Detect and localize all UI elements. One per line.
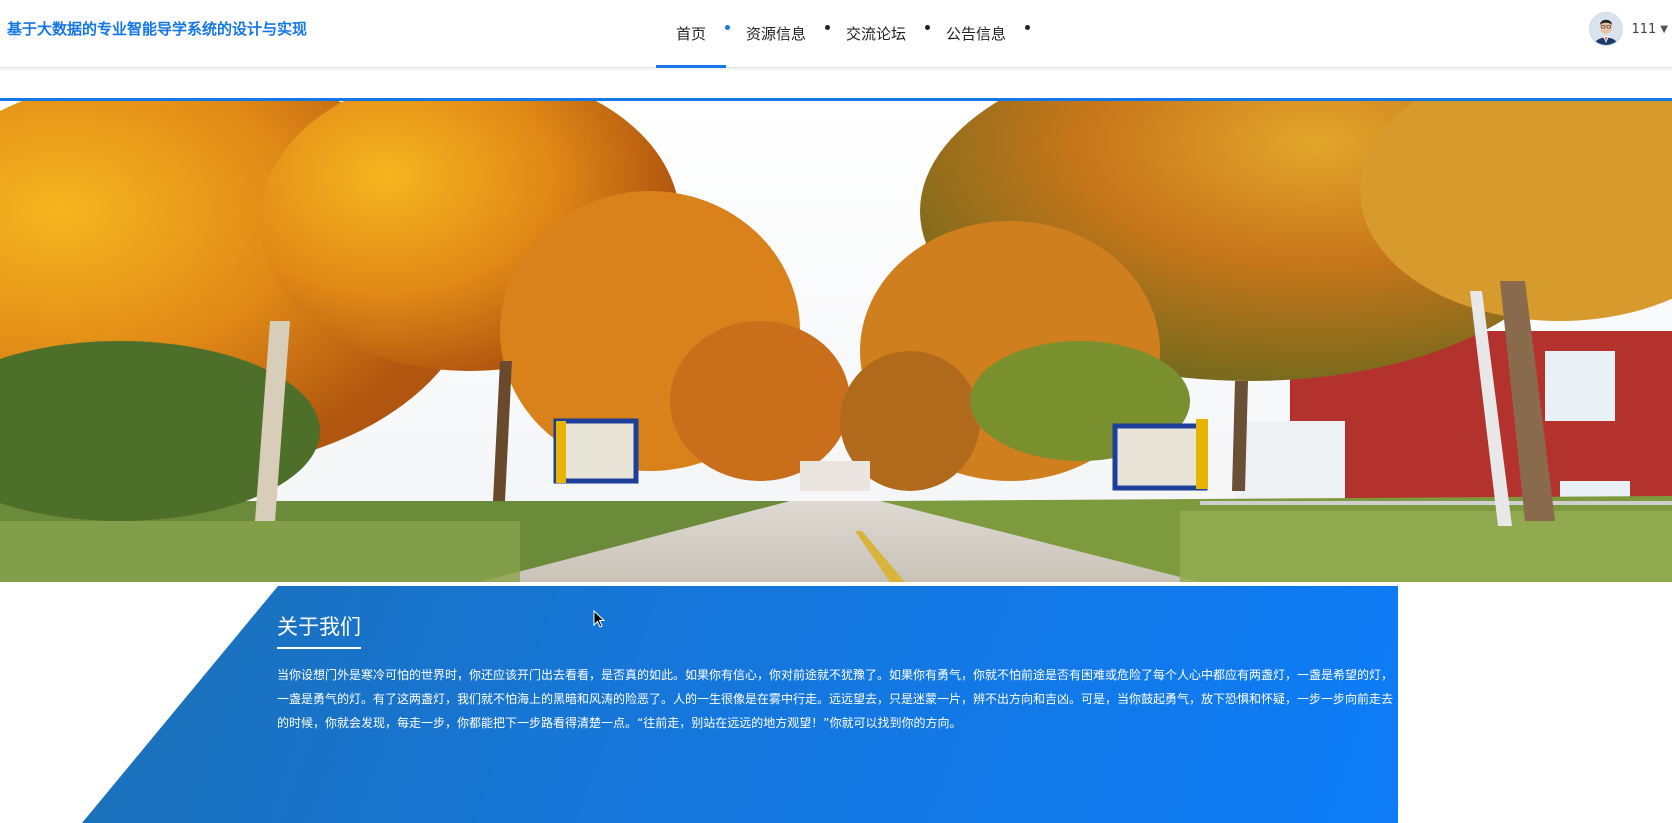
nav-item-label: 资源信息: [746, 25, 807, 43]
user-menu[interactable]: 111 ▼: [1589, 12, 1668, 46]
about-section: 关于我们 当你设想门外是寒冷可怕的世界时，你还应该开门出去看看，是否真的如此。如…: [0, 586, 1672, 823]
main-nav: 首页 资源信息 交流论坛 公告信息: [656, 0, 1031, 68]
mouse-cursor-icon: [593, 610, 605, 628]
username[interactable]: 111: [1631, 22, 1656, 37]
nav-item-announcements[interactable]: 公告信息: [926, 0, 1031, 67]
top-header: 基于大数据的专业智能导学系统的设计与实现 首页 资源信息 交流论坛 公告信息 1…: [0, 0, 1672, 68]
nav-item-forum[interactable]: 交流论坛: [826, 0, 931, 67]
nav-item-label: 首页: [676, 25, 707, 43]
banner-image: [0, 101, 1672, 582]
nav-item-home[interactable]: 首页: [656, 0, 731, 68]
site-title[interactable]: 基于大数据的专业智能导学系统的设计与实现: [7, 18, 307, 39]
about-text: 当你设想门外是寒冷可怕的世界时，你还应该开门出去看看，是否真的如此。如果你有信心…: [277, 668, 1394, 730]
avatar-icon[interactable]: [1589, 12, 1624, 46]
about-title: 关于我们: [277, 611, 361, 649]
caret-down-icon[interactable]: ▼: [1660, 24, 1668, 35]
nav-item-label: 交流论坛: [846, 25, 907, 43]
nav-item-label: 公告信息: [946, 25, 1007, 43]
nav-item-resources[interactable]: 资源信息: [726, 0, 831, 67]
banner-carousel[interactable]: [0, 101, 1672, 582]
nav-dot-icon: [1025, 25, 1031, 30]
